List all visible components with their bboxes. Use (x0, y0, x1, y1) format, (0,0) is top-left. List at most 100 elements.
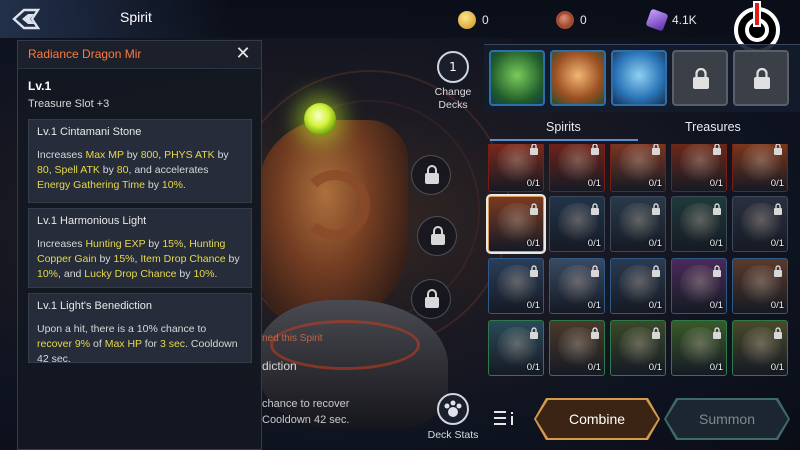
effect-card: Lv.1 Light's Benediction Upon a hit, the… (28, 293, 252, 365)
owned-count: 0/1 (587, 300, 601, 311)
crystal-value: 4.1K (672, 13, 697, 27)
owned-count: 0/1 (526, 362, 540, 373)
paw-icon (444, 400, 462, 417)
spirit-card[interactable]: 0/1 (732, 144, 788, 192)
deck-slot-spirit[interactable] (550, 50, 606, 106)
dragon-coil (300, 170, 370, 240)
deck-slot-spirit[interactable] (611, 50, 667, 106)
spirit-card[interactable]: 0/1 (610, 144, 666, 192)
lock-icon (712, 324, 722, 339)
spirit-card[interactable]: 0/1 (671, 144, 727, 192)
lock-icon (773, 200, 783, 215)
owned-count: 0/1 (648, 178, 662, 189)
spirit-card[interactable]: 0/1 (549, 258, 605, 314)
locked-slot[interactable] (411, 279, 451, 319)
spirit-card[interactable]: 0/1 (610, 196, 666, 252)
lock-icon (425, 165, 439, 184)
description-text: , and (58, 268, 85, 280)
gold-currency[interactable]: 0 (458, 10, 489, 30)
lock-icon (590, 200, 600, 215)
description-text: by (176, 268, 194, 280)
owned-count: 0/1 (587, 238, 601, 249)
deck-slot-spirit[interactable] (489, 50, 545, 106)
highlight-text: 10% (193, 268, 215, 280)
lock-icon (590, 324, 600, 339)
owned-count: 0/1 (587, 178, 601, 189)
spirit-card[interactable]: 0/1 (549, 320, 605, 376)
spirit-card[interactable]: 0/1 (549, 144, 605, 192)
spirit-card[interactable]: 0/1 (488, 144, 544, 192)
back-icon[interactable] (8, 6, 48, 32)
effect-description: Increases Max MP by 800, PHYS ATK by 80,… (37, 148, 243, 193)
lock-icon (773, 144, 783, 155)
close-icon[interactable]: ✕ (233, 44, 253, 64)
spirit-card[interactable]: 0/1 (732, 196, 788, 252)
spirit-card[interactable]: 0/1 (610, 320, 666, 376)
panel-header: Radiance Dragon Mir ✕ (18, 41, 261, 69)
description-text: by (145, 238, 163, 250)
description-text: by (225, 253, 240, 265)
spirit-card[interactable]: 0/1 (488, 320, 544, 376)
highlight-text: Max HP (104, 338, 142, 350)
crystal-currency[interactable]: 4.1K (645, 8, 697, 32)
owned-count: 0/1 (709, 362, 723, 373)
description-text: , and accelerates (128, 164, 209, 176)
highlight-text: 10% (161, 179, 183, 191)
spirit-card[interactable]: 0/1 (488, 258, 544, 314)
highlight-text: 15% (113, 253, 135, 265)
change-decks-button[interactable]: 1 (437, 51, 469, 83)
spirit-level: Lv.1 (28, 79, 52, 93)
spirit-card[interactable]: 0/1 (549, 196, 605, 252)
tab-treasures[interactable]: Treasures (685, 120, 741, 134)
highlight-text: 15% (162, 238, 184, 250)
spirit-card[interactable]: 0/1 (732, 258, 788, 314)
locked-slot[interactable] (411, 155, 451, 195)
spirit-card[interactable]: 0/1 (486, 194, 546, 254)
description-text: . (182, 179, 186, 191)
deck-slot-locked[interactable] (672, 50, 728, 106)
glowing-orb (304, 103, 336, 135)
spirit-card[interactable]: 0/1 (671, 258, 727, 314)
gold-value: 0 (482, 13, 489, 27)
change-decks-label: Change Decks (434, 86, 472, 111)
spirit-card[interactable]: 0/1 (671, 196, 727, 252)
highlight-text: 3 sec (159, 338, 186, 350)
spirit-card[interactable]: 0/1 (610, 258, 666, 314)
owned-count: 0/1 (770, 300, 784, 311)
combine-button[interactable]: Combine (536, 400, 658, 438)
highlight-text: 10% (37, 268, 59, 280)
owned-count: 0/1 (770, 238, 784, 249)
description-text: for (141, 338, 160, 350)
locked-slot[interactable] (417, 216, 457, 256)
description-text: by (123, 149, 141, 161)
highlight-text: PHYS ATK (164, 149, 215, 161)
owned-count: 0/1 (648, 238, 662, 249)
summon-button[interactable]: Summon (666, 400, 788, 438)
spirit-card[interactable]: 0/1 (732, 320, 788, 376)
spirit-name: Radiance Dragon Mir (28, 47, 142, 61)
lock-icon (773, 262, 783, 277)
description-text: . (214, 268, 218, 280)
lock-icon (712, 262, 722, 277)
lock-icon (431, 226, 445, 245)
sort-menu-icon[interactable] (494, 409, 516, 427)
effect-description: Increases Hunting EXP by 15%, Hunting Co… (37, 237, 243, 282)
description-text: of (90, 338, 105, 350)
lock-icon (590, 262, 600, 277)
deck-stats-label: Deck Stats (427, 429, 479, 441)
effect-card: Lv.1 Cintamani Stone Increases Max MP by… (28, 119, 252, 203)
lock-icon (651, 324, 661, 339)
lock-icon (529, 144, 539, 155)
deck-slot-locked[interactable] (733, 50, 789, 106)
deck-stats-button[interactable] (437, 393, 469, 425)
lock-icon (529, 200, 539, 215)
purple-crystal-icon (645, 8, 669, 32)
spirit-card[interactable]: 0/1 (671, 320, 727, 376)
game-screen: ned this Spirit diction chance to recove… (0, 0, 800, 450)
lock-icon (651, 144, 661, 155)
owned-count: 0/1 (648, 362, 662, 373)
copper-currency[interactable]: 0 (556, 10, 587, 30)
tab-spirits[interactable]: Spirits (546, 120, 581, 134)
owned-count: 0/1 (587, 362, 601, 373)
effect-title: Lv.1 Light's Benediction (37, 300, 153, 312)
